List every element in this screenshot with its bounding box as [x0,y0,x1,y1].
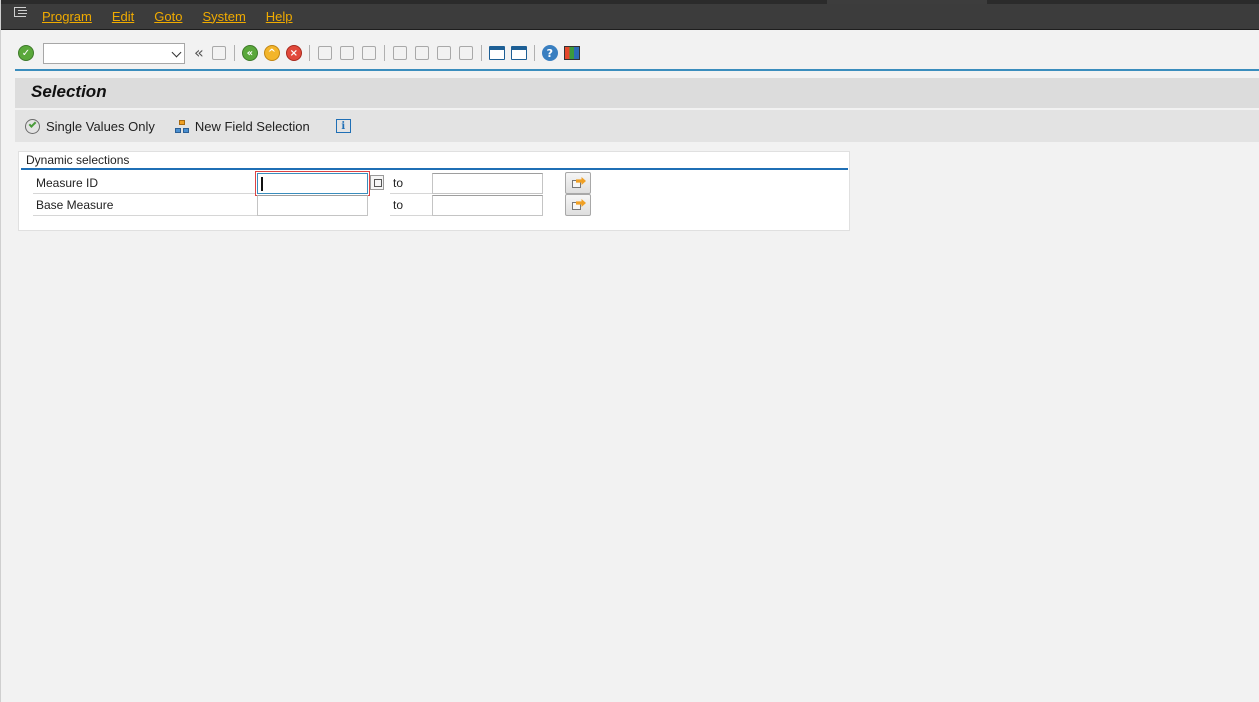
to-label: to [390,173,432,194]
enter-icon[interactable]: ✓ [15,42,37,64]
print-icon[interactable] [314,42,336,64]
measure-id-from-input[interactable] [257,173,368,194]
multiple-selection-button[interactable] [565,172,591,194]
hierarchy-icon [174,119,189,133]
find-icon[interactable] [336,42,358,64]
group-title: Dynamic selections [26,153,130,167]
toolbar-divider [15,69,1259,71]
field-label: Measure ID [33,173,257,194]
collapse-toolbar-icon[interactable]: « [194,43,204,62]
measure-id-to-input[interactable] [432,173,543,194]
menu-edit[interactable]: Edit [112,4,134,30]
page-title: Selection [31,82,107,101]
first-page-icon[interactable] [389,42,411,64]
group-title-underline [21,168,848,170]
toolbar-separator [480,45,482,61]
last-page-icon[interactable] [455,42,477,64]
menu-toggle-icon[interactable] [14,6,34,21]
command-field[interactable] [43,42,185,64]
value-help-icon[interactable] [370,175,384,190]
previous-page-icon[interactable] [411,42,433,64]
toolbar-separator [308,45,310,61]
field-label: Base Measure [33,195,257,216]
to-label: to [390,195,432,216]
chevron-down-icon[interactable] [171,47,182,57]
exit-icon[interactable]: ^ [261,42,283,64]
base-measure-to-input[interactable] [432,195,543,216]
menu-system[interactable]: System [202,4,245,30]
new-field-selection-button[interactable]: New Field Selection [174,118,310,134]
menu-goto[interactable]: Goto [154,4,182,30]
multiple-selection-button[interactable] [565,194,591,216]
new-field-selection-label: New Field Selection [194,118,310,134]
base-measure-from-input[interactable] [257,195,368,216]
title-band: Selection [15,78,1259,108]
application-toolbar: Single Values Only New Field Selection i [15,110,1259,142]
toolbar-separator [233,45,235,61]
help-icon[interactable]: ? [539,42,561,64]
single-values-only-button[interactable]: Single Values Only [25,118,155,134]
dynamic-selections-group: Dynamic selections Measure ID to Base Me… [18,151,850,231]
cancel-icon[interactable]: × [283,42,305,64]
new-session-icon[interactable] [486,42,508,64]
toolbar-separator [383,45,385,61]
standard-toolbar: ✓ « « ^ × ? [15,38,1259,68]
toolbar-separator [533,45,535,61]
find-next-icon[interactable] [358,42,380,64]
single-values-only-label: Single Values Only [46,118,155,134]
menu-help[interactable]: Help [266,4,293,30]
save-icon[interactable] [208,42,230,64]
execute-clock-icon [25,118,40,134]
menu-program[interactable]: Program [42,4,92,30]
next-page-icon[interactable] [433,42,455,64]
back-icon[interactable]: « [239,42,261,64]
shortcut-icon[interactable] [508,42,530,64]
text-cursor [261,177,263,191]
layout-icon[interactable] [561,42,583,64]
menu-bar: Program Edit Goto System Help [1,4,1259,30]
info-icon[interactable]: i [335,119,351,133]
